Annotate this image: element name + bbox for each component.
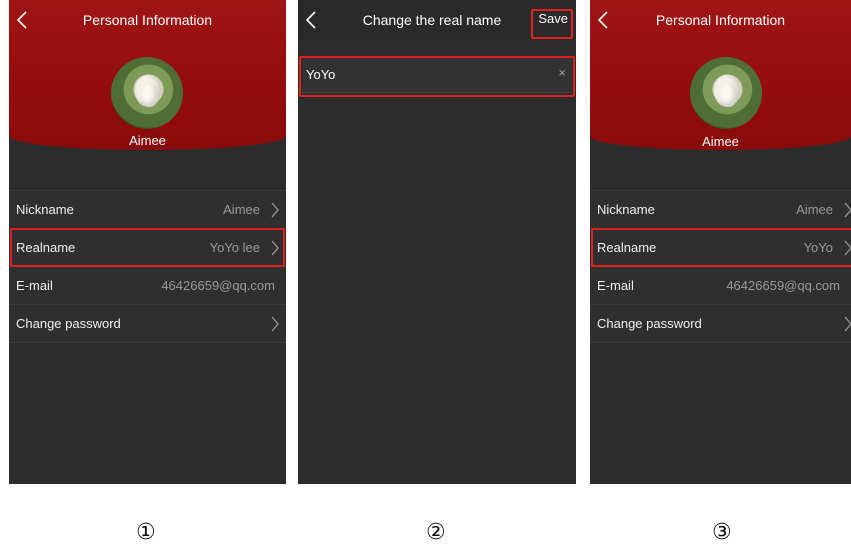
chevron-right-icon [271, 316, 279, 332]
chevron-right-icon [271, 202, 279, 218]
screen-change-real-name: Change the real name Save × [298, 0, 576, 484]
row-value: 46426659@qq.com [161, 278, 275, 293]
top-bar: Change the real name Save [298, 0, 576, 40]
row-label: Realname [597, 240, 657, 255]
chevron-right-icon [844, 240, 851, 256]
row-label: Nickname [16, 202, 74, 217]
row-value: YoYo [803, 240, 833, 255]
row-value: YoYo lee [209, 240, 260, 255]
username-label: Aimee [129, 133, 166, 148]
avatar[interactable] [690, 57, 762, 129]
page-title: Personal Information [82, 12, 213, 28]
top-bar: Personal Information [590, 0, 851, 40]
row-label: Realname [16, 240, 76, 255]
row-label: Change password [16, 316, 121, 331]
page-title: Personal Information [655, 12, 786, 28]
row-label: Nickname [597, 202, 655, 217]
step-marker-3: ③ [712, 520, 732, 545]
row-label: E-mail [597, 278, 634, 293]
row-email: E-mail 46426659@qq.com [9, 267, 286, 305]
screen-personal-information-before: Personal Information Aimee Nickname Aime… [9, 0, 286, 484]
row-email: E-mail 46426659@qq.com [590, 267, 851, 305]
row-change-password[interactable]: Change password [9, 305, 286, 343]
row-nickname[interactable]: Nickname Aimee [590, 190, 851, 229]
step-marker-2: ② [426, 520, 446, 545]
row-nickname[interactable]: Nickname Aimee [9, 190, 286, 229]
realname-field: × [302, 56, 572, 93]
screen-personal-information-after: Personal Information Aimee Nickname Aime… [590, 0, 851, 484]
row-realname[interactable]: Realname YoYo lee [9, 229, 286, 267]
row-value: Aimee [223, 202, 260, 217]
row-label: Change password [597, 316, 702, 331]
save-button[interactable]: Save [534, 9, 572, 28]
row-label: E-mail [16, 278, 53, 293]
chevron-right-icon [844, 316, 851, 332]
username-label: Aimee [702, 134, 739, 149]
row-realname[interactable]: Realname YoYo [590, 229, 851, 267]
chevron-right-icon [844, 202, 851, 218]
avatar[interactable] [111, 57, 183, 129]
info-list: Nickname Aimee Realname YoYo lee E-mail … [9, 190, 286, 343]
row-value: 46426659@qq.com [726, 278, 840, 293]
chevron-right-icon [271, 240, 279, 256]
step-marker-1: ① [136, 520, 156, 545]
row-change-password[interactable]: Change password [590, 305, 851, 343]
row-value: Aimee [796, 202, 833, 217]
info-list: Nickname Aimee Realname YoYo E-mail 4642… [590, 190, 851, 343]
clear-icon[interactable]: × [558, 65, 566, 80]
realname-input[interactable] [304, 64, 528, 84]
top-bar: Personal Information [9, 0, 286, 40]
